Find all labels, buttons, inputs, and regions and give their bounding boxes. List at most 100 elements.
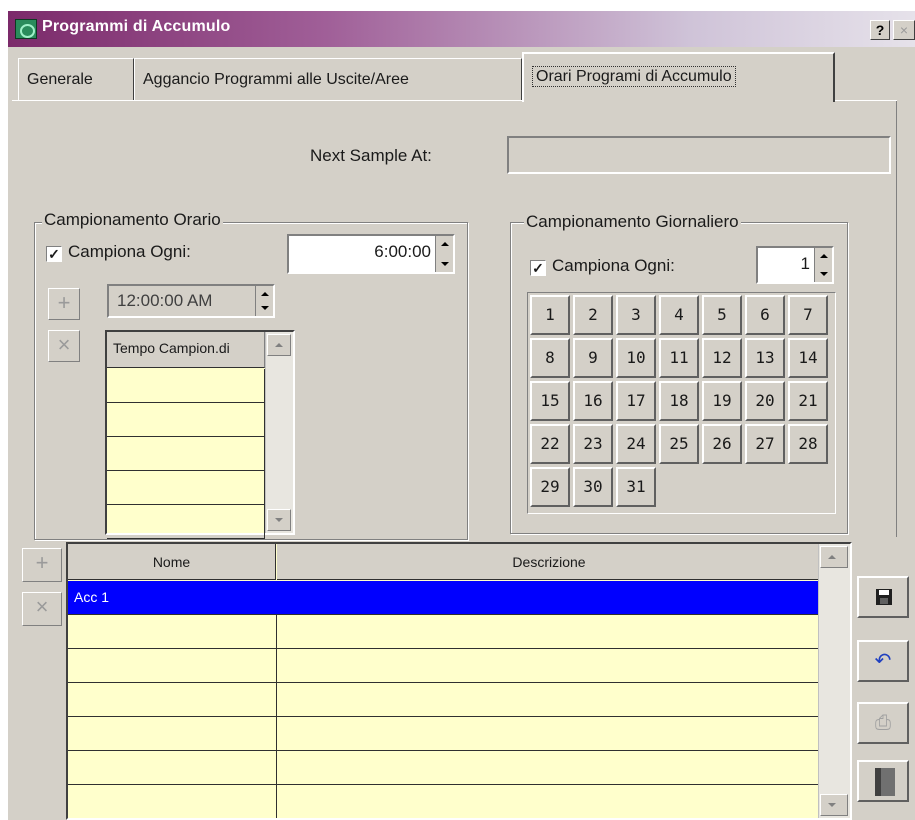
sample-time-list[interactable]: Tempo Campion.di: [105, 330, 295, 539]
day-button[interactable]: 19: [702, 381, 742, 421]
table-row[interactable]: [68, 649, 822, 683]
exit-door-icon: [875, 768, 895, 796]
sample-time-value: 12:00:00 AM: [117, 291, 213, 310]
list-item[interactable]: [107, 505, 265, 539]
program-description-cell[interactable]: [277, 717, 822, 750]
delete-time-button[interactable]: ×: [48, 330, 80, 362]
table-scrollbar[interactable]: [818, 544, 850, 818]
delete-program-button[interactable]: ×: [22, 592, 62, 626]
spin-arrows-icon[interactable]: [814, 248, 832, 282]
day-button[interactable]: 10: [616, 338, 656, 378]
help-button[interactable]: ?: [870, 20, 890, 40]
day-button[interactable]: 22: [530, 424, 570, 464]
undo-icon: ↶: [874, 650, 892, 672]
day-button[interactable]: 12: [702, 338, 742, 378]
scroll-up-icon[interactable]: [820, 546, 848, 568]
print-button[interactable]: ⎙: [857, 702, 909, 744]
program-description-cell[interactable]: [277, 649, 822, 682]
day-button[interactable]: 4: [659, 295, 699, 335]
undo-button[interactable]: ↶: [857, 640, 909, 682]
program-name-cell[interactable]: [68, 683, 277, 716]
add-time-button[interactable]: +: [48, 288, 80, 320]
day-button[interactable]: 14: [788, 338, 828, 378]
day-button[interactable]: 21: [788, 381, 828, 421]
day-button[interactable]: 28: [788, 424, 828, 464]
program-name-cell[interactable]: [68, 649, 277, 682]
day-button[interactable]: 17: [616, 381, 656, 421]
day-button[interactable]: 13: [745, 338, 785, 378]
list-item[interactable]: [107, 369, 265, 403]
tab-generale[interactable]: Generale: [18, 58, 134, 100]
day-button[interactable]: 3: [616, 295, 656, 335]
floppy-disk-icon: [876, 589, 892, 605]
next-sample-field[interactable]: [507, 136, 891, 174]
program-name-cell[interactable]: Acc 1: [68, 581, 277, 614]
programs-table[interactable]: Nome Descrizione Acc 1: [66, 542, 852, 820]
sample-time-spinner[interactable]: 12:00:00 AM: [107, 284, 275, 318]
daily-every-checkbox[interactable]: ✓ Campiona Ogni:: [530, 256, 675, 276]
day-button[interactable]: 2: [573, 295, 613, 335]
spin-arrows-icon[interactable]: [255, 286, 273, 316]
day-button[interactable]: 30: [573, 467, 613, 507]
column-header-descrizione[interactable]: Descrizione: [277, 544, 821, 580]
day-button[interactable]: 8: [530, 338, 570, 378]
program-name-cell[interactable]: [68, 615, 277, 648]
program-name-cell[interactable]: [68, 785, 277, 818]
day-button[interactable]: 31: [616, 467, 656, 507]
hourly-every-label: Campiona Ogni:: [68, 242, 191, 261]
table-row[interactable]: [68, 615, 822, 649]
scroll-down-icon[interactable]: [820, 794, 848, 816]
day-button[interactable]: 26: [702, 424, 742, 464]
day-button[interactable]: 23: [573, 424, 613, 464]
day-button[interactable]: 7: [788, 295, 828, 335]
day-button[interactable]: 15: [530, 381, 570, 421]
day-button[interactable]: 24: [616, 424, 656, 464]
list-scrollbar[interactable]: [265, 332, 293, 533]
table-row[interactable]: Acc 1: [68, 581, 822, 615]
tab-aggancio-programmi[interactable]: Aggancio Programmi alle Uscite/Aree: [134, 58, 522, 100]
day-button[interactable]: 11: [659, 338, 699, 378]
table-row[interactable]: [68, 751, 822, 785]
program-description-cell[interactable]: [277, 581, 822, 614]
add-program-button[interactable]: +: [22, 548, 62, 582]
list-item[interactable]: [107, 471, 265, 505]
day-button[interactable]: 18: [659, 381, 699, 421]
program-description-cell[interactable]: [277, 683, 822, 716]
daily-every-label: Campiona Ogni:: [552, 256, 675, 275]
sample-time-header[interactable]: Tempo Campion.di: [107, 332, 265, 368]
day-button[interactable]: 6: [745, 295, 785, 335]
column-header-nome[interactable]: Nome: [68, 544, 276, 580]
day-button[interactable]: 1: [530, 295, 570, 335]
program-description-cell[interactable]: [277, 785, 822, 818]
tab-label: Orari Programi di Accumulo: [532, 66, 736, 87]
exit-button[interactable]: [857, 760, 909, 802]
list-item[interactable]: [107, 437, 265, 471]
app-icon: [15, 19, 37, 39]
day-button[interactable]: 16: [573, 381, 613, 421]
check-icon: ✓: [530, 260, 546, 276]
close-button[interactable]: ×: [893, 20, 915, 40]
scroll-down-icon[interactable]: [267, 509, 291, 531]
table-row[interactable]: [68, 717, 822, 751]
tab-orari-programmi[interactable]: Orari Programi di Accumulo: [522, 52, 835, 102]
table-row[interactable]: [68, 683, 822, 717]
program-name-cell[interactable]: [68, 751, 277, 784]
day-button[interactable]: 25: [659, 424, 699, 464]
program-name-cell[interactable]: [68, 717, 277, 750]
scroll-up-icon[interactable]: [267, 334, 291, 356]
spin-arrows-icon[interactable]: [435, 236, 453, 272]
save-button[interactable]: [857, 576, 909, 618]
table-row[interactable]: [68, 785, 822, 818]
day-button[interactable]: 29: [530, 467, 570, 507]
program-description-cell[interactable]: [277, 615, 822, 648]
program-description-cell[interactable]: [277, 751, 822, 784]
hourly-interval-spinner[interactable]: 6:00:00: [287, 234, 455, 274]
day-button[interactable]: 20: [745, 381, 785, 421]
list-item[interactable]: [107, 403, 265, 437]
day-button[interactable]: 9: [573, 338, 613, 378]
day-button[interactable]: 27: [745, 424, 785, 464]
title-bar[interactable]: Programmi di Accumulo ? ×: [8, 11, 915, 47]
day-button[interactable]: 5: [702, 295, 742, 335]
daily-interval-spinner[interactable]: 1: [756, 246, 834, 284]
hourly-every-checkbox[interactable]: ✓ Campiona Ogni:: [46, 242, 191, 262]
